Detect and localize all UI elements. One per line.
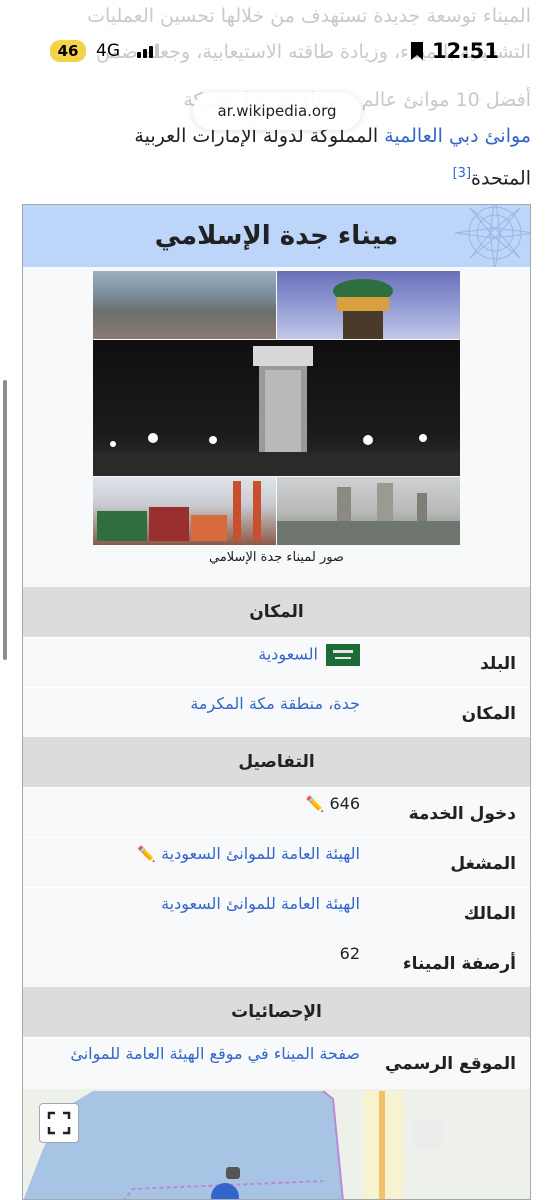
- location-map[interactable]: [23, 1089, 530, 1199]
- website-label: الموقع الرسمي: [384, 1054, 516, 1074]
- port-photo-skyline[interactable]: [277, 477, 460, 545]
- place-link[interactable]: جدة، منطقة مكة المكرمة: [190, 694, 360, 713]
- port-photo-containers[interactable]: [93, 477, 276, 545]
- place-value: جدة، منطقة مكة المكرمة: [23, 688, 360, 737]
- country-value: السعودية: [23, 638, 360, 687]
- row-place: المكان جدة، منطقة مكة المكرمة: [23, 687, 530, 737]
- port-photo-aerial[interactable]: [93, 271, 276, 339]
- scrollbar[interactable]: [3, 380, 7, 660]
- row-operator: المشغل الهيئة العامة للموانئ السعودية ✏️: [23, 837, 530, 887]
- infobox: ميناء جدة الإسلامي صور لميناء جدة الإسلا…: [22, 204, 531, 1200]
- operator-link[interactable]: الهيئة العامة للموانئ السعودية: [161, 844, 360, 863]
- row-website: الموقع الرسمي صفحة الميناء في موقع الهيئ…: [23, 1037, 530, 1087]
- berths-value: 62: [339, 944, 360, 963]
- dp-world-link[interactable]: موانئ دبي العالمية: [384, 125, 531, 147]
- row-berths: أرصفة الميناء 62: [23, 937, 530, 987]
- operator-value: الهيئة العامة للموانئ السعودية ✏️: [23, 838, 360, 887]
- network-type: 4G: [96, 41, 120, 61]
- saudi-flag-icon: [326, 644, 360, 666]
- pencil-icon[interactable]: ✏️: [137, 845, 156, 863]
- signal-icon: [137, 44, 161, 58]
- place-label: المكان: [461, 704, 516, 724]
- service-number: 646: [329, 794, 360, 813]
- row-service: دخول الخدمة 646 ✏️: [23, 787, 530, 837]
- website-link[interactable]: صفحة الميناء في موقع الهيئة العامة للموا…: [70, 1044, 360, 1063]
- article-line-1: الميناء توسعة جديدة تستهدف من خلالها تحس…: [87, 5, 531, 27]
- port-photo-night-tower[interactable]: [93, 340, 460, 476]
- section-stats: الإحصائيات: [23, 987, 530, 1037]
- owner-link[interactable]: الهيئة العامة للموانئ السعودية: [161, 894, 360, 913]
- reference-3-link[interactable]: [3]: [453, 166, 471, 181]
- website-value: صفحة الميناء في موقع الهيئة العامة للموا…: [23, 1038, 360, 1087]
- infobox-title-bar: ميناء جدة الإسلامي: [23, 205, 530, 267]
- port-photo-tower-top[interactable]: [277, 271, 460, 339]
- pencil-icon[interactable]: ✏️: [306, 795, 325, 813]
- row-country: البلد السعودية: [23, 637, 530, 687]
- operator-label: المشغل: [450, 854, 516, 874]
- service-label: دخول الخدمة: [408, 804, 516, 824]
- service-value: 646 ✏️: [23, 788, 360, 837]
- country-link[interactable]: السعودية: [258, 645, 318, 664]
- article-line-5-text: المتحدة: [471, 167, 531, 190]
- section-details: التفاصيل: [23, 737, 530, 787]
- photo-caption: صور لميناء جدة الإسلامي: [209, 550, 344, 565]
- url-bar[interactable]: ar.wikipedia.org: [193, 92, 361, 130]
- fullscreen-icon[interactable]: [39, 1103, 79, 1143]
- clock: 12:51: [432, 39, 499, 63]
- berths-label: أرصفة الميناء: [402, 954, 516, 974]
- article-line-5: المتحدة[3]: [453, 156, 531, 196]
- owner-label: المالك: [463, 904, 516, 924]
- battery-indicator: 46: [50, 40, 86, 62]
- country-label: البلد: [480, 654, 516, 674]
- section-location: المكان: [23, 587, 530, 637]
- bookmark-icon: [411, 42, 423, 60]
- compass-icon: [454, 205, 530, 267]
- owner-value: الهيئة العامة للموانئ السعودية: [23, 888, 360, 937]
- status-bar: 46 4G 12:51: [0, 36, 553, 66]
- row-owner: المالك الهيئة العامة للموانئ السعودية: [23, 887, 530, 937]
- infobox-title: ميناء جدة الإسلامي: [154, 221, 399, 251]
